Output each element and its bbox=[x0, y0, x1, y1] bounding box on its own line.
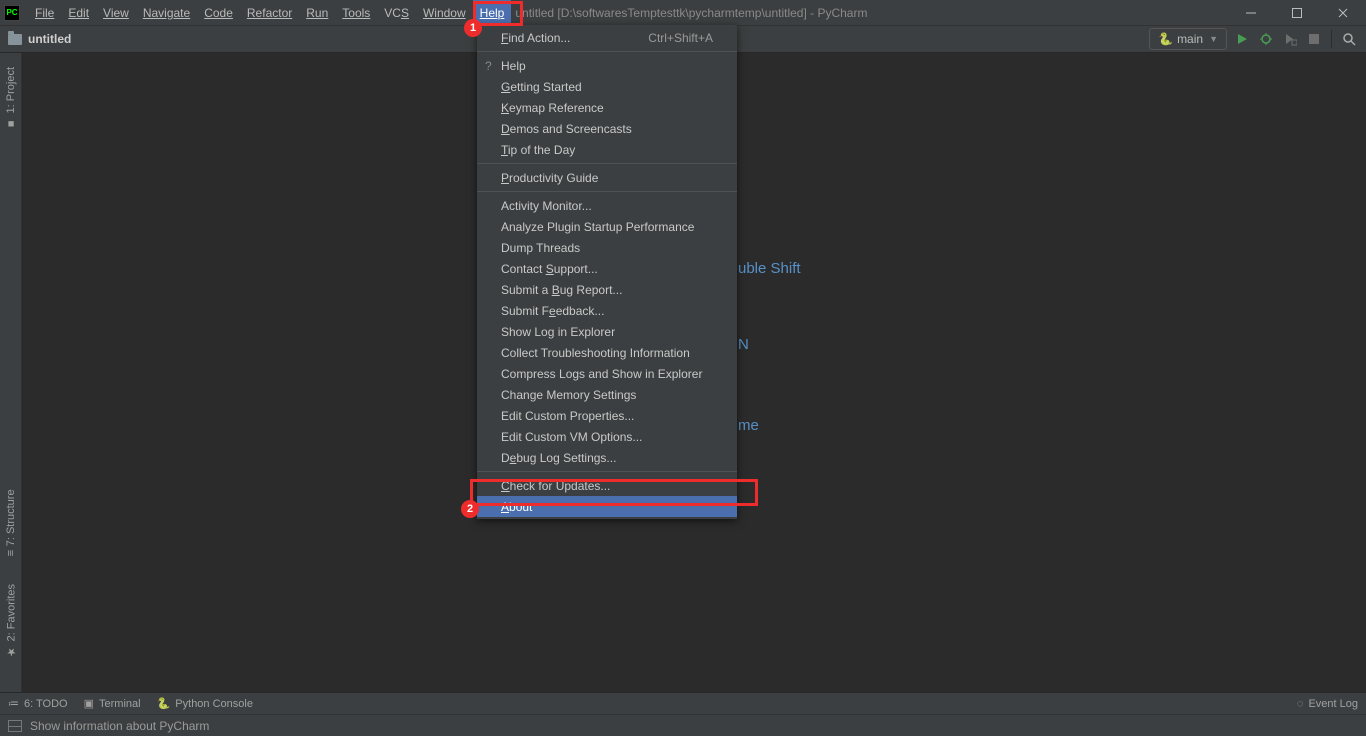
menu-debug-log[interactable]: Debug Log Settings... bbox=[477, 447, 737, 468]
run-config-selector[interactable]: 🐍 main ▼ bbox=[1149, 28, 1227, 50]
stop-button[interactable] bbox=[1305, 30, 1323, 48]
status-text: Show information about PyCharm bbox=[30, 719, 209, 733]
find-action-shortcut: Ctrl+Shift+A bbox=[648, 31, 713, 45]
menu-separator bbox=[477, 471, 737, 472]
toolbar-separator bbox=[1331, 30, 1332, 48]
menu-custom-properties[interactable]: Edit Custom Properties... bbox=[477, 405, 737, 426]
tool-event-log[interactable]: ◌Event Log bbox=[1297, 698, 1358, 710]
tool-project[interactable]: ■ 1: Project bbox=[5, 61, 17, 135]
terminal-icon: ▣ bbox=[84, 697, 94, 710]
menu-vcs[interactable]: VCS bbox=[377, 0, 416, 25]
menu-window[interactable]: Window bbox=[416, 0, 473, 25]
search-everywhere-button[interactable] bbox=[1340, 30, 1358, 48]
menu-contact-support[interactable]: Contact Support... bbox=[477, 258, 737, 279]
menu-separator bbox=[477, 163, 737, 164]
tool-structure[interactable]: ≡ 7: Structure bbox=[5, 483, 17, 562]
menu-activity-monitor[interactable]: Activity Monitor... bbox=[477, 195, 737, 216]
menu-bar: File Edit View Navigate Code Refactor Ru… bbox=[28, 0, 511, 25]
debug-button[interactable] bbox=[1257, 30, 1275, 48]
python-console-icon: 🐍 bbox=[157, 697, 171, 710]
status-bar: Show information about PyCharm bbox=[0, 714, 1366, 736]
window-controls bbox=[1228, 0, 1366, 25]
tool-todo[interactable]: ≔6: TODO bbox=[8, 697, 68, 710]
todo-icon: ≔ bbox=[8, 697, 19, 710]
title-bar: PC File Edit View Navigate Code Refactor… bbox=[0, 0, 1366, 25]
maximize-button[interactable] bbox=[1274, 0, 1320, 25]
hint-search-everywhere: uble Shift bbox=[738, 260, 801, 277]
python-icon: 🐍 bbox=[1158, 32, 1173, 46]
annotation-badge-1: 1 bbox=[464, 19, 482, 37]
window-title: untitled [D:\softwaresTemptesttk\pycharm… bbox=[515, 6, 867, 20]
bottom-tool-tabs: ≔6: TODO ▣Terminal 🐍Python Console ◌Even… bbox=[0, 692, 1366, 714]
menu-separator bbox=[477, 191, 737, 192]
menu-find-action[interactable]: Find Action... Ctrl+Shift+A bbox=[477, 27, 737, 48]
run-with-coverage-button[interactable] bbox=[1281, 30, 1299, 48]
menu-file[interactable]: File bbox=[28, 0, 61, 25]
menu-demos[interactable]: Demos and Screencasts bbox=[477, 118, 737, 139]
menu-help-topic[interactable]: ?Help bbox=[477, 55, 737, 76]
tool-terminal[interactable]: ▣Terminal bbox=[84, 697, 141, 710]
annotation-badge-2: 2 bbox=[461, 500, 479, 518]
menu-navigate[interactable]: Navigate bbox=[136, 0, 197, 25]
menu-view[interactable]: View bbox=[96, 0, 136, 25]
minimize-button[interactable] bbox=[1228, 0, 1274, 25]
run-button[interactable] bbox=[1233, 30, 1251, 48]
menu-analyze-plugin[interactable]: Analyze Plugin Startup Performance bbox=[477, 216, 737, 237]
tool-windows-toggle-icon[interactable] bbox=[8, 720, 22, 732]
menu-run[interactable]: Run bbox=[299, 0, 335, 25]
run-config-name: main bbox=[1177, 32, 1203, 46]
tool-python-console[interactable]: 🐍Python Console bbox=[157, 697, 253, 710]
menu-check-updates[interactable]: Check for Updates... bbox=[477, 475, 737, 496]
breadcrumb-project[interactable]: untitled bbox=[28, 32, 71, 46]
menu-about[interactable]: About bbox=[477, 496, 737, 517]
help-icon: ? bbox=[485, 59, 492, 73]
menu-custom-vm[interactable]: Edit Custom VM Options... bbox=[477, 426, 737, 447]
menu-refactor[interactable]: Refactor bbox=[240, 0, 299, 25]
menu-getting-started[interactable]: Getting Started bbox=[477, 76, 737, 97]
chevron-down-icon: ▼ bbox=[1209, 34, 1218, 44]
hint-goto-file: N bbox=[738, 336, 749, 353]
hint-recent-files: me bbox=[738, 417, 759, 434]
menu-memory-settings[interactable]: Change Memory Settings bbox=[477, 384, 737, 405]
menu-collect-troubleshooting[interactable]: Collect Troubleshooting Information bbox=[477, 342, 737, 363]
menu-code[interactable]: Code bbox=[197, 0, 240, 25]
menu-bug-report[interactable]: Submit a Bug Report... bbox=[477, 279, 737, 300]
menu-edit[interactable]: Edit bbox=[61, 0, 96, 25]
folder-icon bbox=[8, 34, 22, 45]
left-tool-gutter: ■ 1: Project ≡ 7: Structure ★ 2: Favorit… bbox=[0, 53, 22, 692]
menu-separator bbox=[477, 51, 737, 52]
event-log-icon: ◌ bbox=[1297, 698, 1304, 710]
menu-keymap[interactable]: Keymap Reference bbox=[477, 97, 737, 118]
menu-show-log[interactable]: Show Log in Explorer bbox=[477, 321, 737, 342]
menu-dump-threads[interactable]: Dump Threads bbox=[477, 237, 737, 258]
app-icon: PC bbox=[4, 5, 20, 21]
menu-feedback[interactable]: Submit Feedback... bbox=[477, 300, 737, 321]
tool-favorites[interactable]: ★ 2: Favorites bbox=[5, 578, 18, 664]
menu-tip-of-day[interactable]: Tip of the Day bbox=[477, 139, 737, 160]
menu-compress-logs[interactable]: Compress Logs and Show in Explorer bbox=[477, 363, 737, 384]
menu-tools[interactable]: Tools bbox=[335, 0, 377, 25]
help-dropdown: Find Action... Ctrl+Shift+A ?Help Gettin… bbox=[477, 25, 737, 519]
menu-productivity[interactable]: Productivity Guide bbox=[477, 167, 737, 188]
close-button[interactable] bbox=[1320, 0, 1366, 25]
